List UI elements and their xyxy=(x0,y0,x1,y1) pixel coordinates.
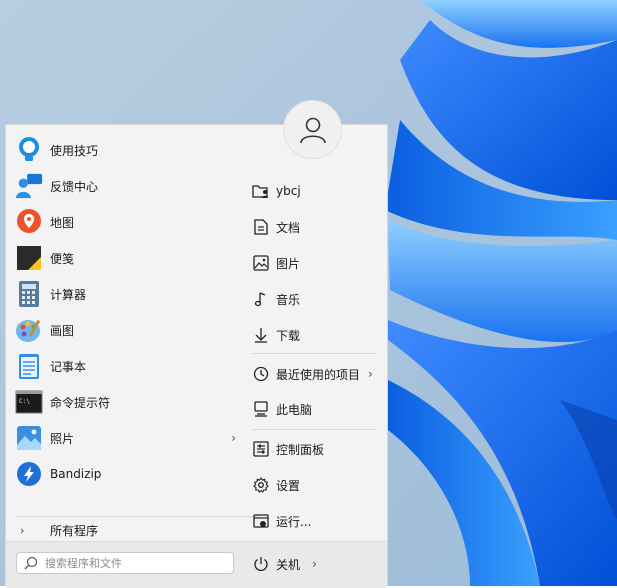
app-item-tips[interactable]: 使用技巧 xyxy=(6,133,244,167)
app-item-notepad[interactable]: 记事本 xyxy=(6,349,244,383)
shutdown-options-chevron-icon[interactable]: › xyxy=(312,557,317,571)
places-separator-1 xyxy=(252,353,376,354)
computer-icon xyxy=(252,400,270,418)
search-box[interactable] xyxy=(16,552,234,574)
sticky-notes-icon xyxy=(15,244,43,272)
place-recent-items[interactable]: 最近使用的项目 › xyxy=(244,358,384,390)
search-icon xyxy=(24,556,38,570)
place-user-folder[interactable]: ybcj xyxy=(244,175,384,207)
app-item-command-prompt[interactable]: C:\ 命令提示符 xyxy=(6,385,244,419)
app-item-calculator[interactable]: 计算器 xyxy=(6,277,244,311)
app-item-bandizip[interactable]: Bandizip xyxy=(6,457,244,491)
user-silhouette-icon xyxy=(299,117,326,143)
power-icon xyxy=(254,557,268,571)
tips-bulb-icon xyxy=(15,136,43,164)
app-item-feedback-hub[interactable]: 反馈中心 xyxy=(6,169,244,203)
app-item-paint[interactable]: 画图 xyxy=(6,313,244,347)
left-separator xyxy=(16,516,260,517)
user-folder-icon xyxy=(252,182,270,200)
place-settings[interactable]: 设置 xyxy=(244,469,384,501)
user-avatar[interactable] xyxy=(283,100,342,159)
svg-text:C:\: C:\ xyxy=(19,398,30,405)
start-menu-bottom-bar: 关机 › xyxy=(6,541,387,588)
chevron-right-icon: › xyxy=(368,367,373,381)
chevron-right-icon: › xyxy=(20,523,25,537)
calculator-icon xyxy=(15,280,43,308)
picture-icon xyxy=(252,254,270,272)
place-music[interactable]: 音乐 xyxy=(244,283,384,315)
maps-pin-icon xyxy=(15,208,43,236)
document-icon xyxy=(252,218,270,236)
download-arrow-icon xyxy=(252,326,270,344)
photos-expand-chevron-icon[interactable]: › xyxy=(231,431,236,445)
app-item-maps[interactable]: 地图 xyxy=(6,205,244,239)
start-menu: 使用技巧 反馈中心 地图 便笺 计算器 画图 记事本 C:\ 命令提示符 照片 … xyxy=(5,124,388,588)
notepad-icon xyxy=(15,352,43,380)
app-item-photos[interactable]: 照片 › xyxy=(6,421,244,455)
place-pictures[interactable]: 图片 xyxy=(244,247,384,279)
place-control-panel[interactable]: 控制面板 xyxy=(244,433,384,465)
control-panel-icon xyxy=(252,440,270,458)
run-icon xyxy=(252,512,270,530)
feedback-hub-icon xyxy=(15,172,43,200)
place-documents[interactable]: 文档 xyxy=(244,211,384,243)
app-item-sticky-notes[interactable]: 便笺 xyxy=(6,241,244,275)
all-programs-button[interactable]: › 所有程序 xyxy=(6,519,256,541)
photos-icon xyxy=(15,424,43,452)
place-this-pc[interactable]: 此电脑 xyxy=(244,393,384,425)
command-prompt-icon: C:\ xyxy=(15,388,43,416)
places-separator-2 xyxy=(252,429,376,430)
search-input[interactable] xyxy=(45,555,225,571)
place-downloads[interactable]: 下载 xyxy=(244,319,384,351)
music-note-icon xyxy=(252,290,270,308)
clock-icon xyxy=(252,365,270,383)
paint-palette-icon xyxy=(15,316,43,344)
bandizip-icon xyxy=(15,460,43,488)
place-run[interactable]: 运行... xyxy=(244,505,384,537)
gear-icon xyxy=(252,476,270,494)
